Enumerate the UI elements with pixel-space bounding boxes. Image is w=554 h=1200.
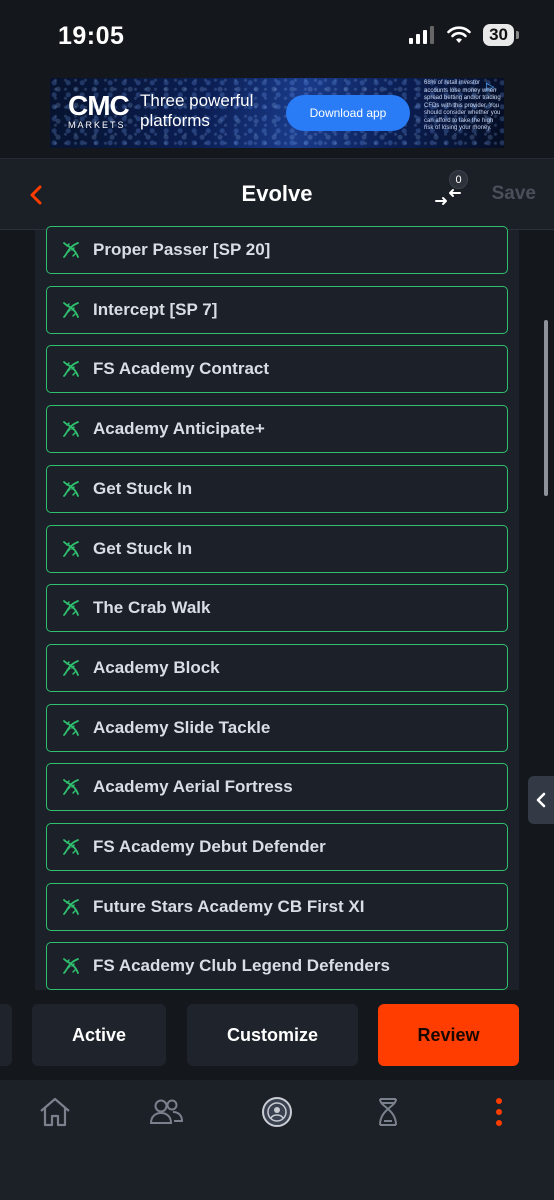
evolution-item-label: Future Stars Academy CB First XI xyxy=(93,897,365,916)
nav-more[interactable] xyxy=(479,1094,519,1130)
evolution-item-label: FS Academy Contract xyxy=(93,359,270,378)
header: Evolve Save xyxy=(0,158,554,230)
review-button[interactable]: Review xyxy=(378,1004,519,1066)
dna-icon xyxy=(59,895,83,919)
evolution-item-label: Academy Block xyxy=(93,658,220,677)
evolution-item-label: Intercept [SP 7] xyxy=(93,300,218,319)
status-bar: 19:05 30 xyxy=(0,0,554,72)
active-button[interactable]: Active xyxy=(32,1004,166,1066)
evolution-dna-icon xyxy=(379,1098,397,1126)
evolution-item-label: Academy Anticipate+ xyxy=(93,419,265,438)
dna-icon xyxy=(59,775,83,799)
status-icons: 30 xyxy=(409,24,519,46)
side-panel-toggle[interactable] xyxy=(528,776,554,824)
customize-button[interactable]: Customize xyxy=(187,1004,358,1066)
status-time: 19:05 xyxy=(58,22,125,50)
ad-logo-main: CMC xyxy=(68,90,130,121)
evolution-item-label: FS Academy Debut Defender xyxy=(93,837,326,856)
ad-download-button[interactable]: Download app xyxy=(286,95,410,131)
evolution-item[interactable]: The Crab Walk xyxy=(46,584,508,632)
scrollbar[interactable] xyxy=(544,320,548,496)
dna-icon xyxy=(59,954,83,978)
dna-icon xyxy=(59,537,83,561)
dna-icon xyxy=(59,477,83,501)
nav-home[interactable] xyxy=(35,1094,75,1130)
signal-icon xyxy=(409,26,435,44)
evolution-item-label: Academy Aerial Fortress xyxy=(93,777,293,796)
more-icon xyxy=(496,1098,502,1126)
dna-icon xyxy=(59,656,83,680)
ad-banner[interactable]: CMC MARKETS Three powerful platforms Dow… xyxy=(50,78,504,148)
save-button[interactable]: Save xyxy=(492,183,536,205)
evolution-item[interactable]: Academy Aerial Fortress xyxy=(46,763,508,811)
club-badge-icon xyxy=(262,1097,292,1127)
evolution-item[interactable]: FS Academy Debut Defender xyxy=(46,823,508,871)
evolution-item[interactable]: Academy Block xyxy=(46,644,508,692)
battery-indicator: 30 xyxy=(483,24,519,46)
nav-evolutions[interactable] xyxy=(368,1094,408,1130)
evolution-item-label: Proper Passer [SP 20] xyxy=(93,240,271,259)
evolution-item[interactable]: Academy Slide Tackle xyxy=(46,704,508,752)
nav-friends[interactable] xyxy=(146,1094,186,1130)
dna-icon xyxy=(59,835,83,859)
dna-icon xyxy=(59,298,83,322)
evolution-item-label: Get Stuck In xyxy=(93,479,193,498)
nav-club[interactable] xyxy=(257,1094,297,1130)
ad-logo-sub: MARKETS xyxy=(68,120,126,130)
evolution-item-label: Get Stuck In xyxy=(93,539,193,558)
ad-logo: CMC MARKETS xyxy=(68,90,130,131)
page-title: Evolve xyxy=(241,181,313,206)
dna-icon xyxy=(59,716,83,740)
dna-icon xyxy=(59,596,83,620)
evolution-item-label: Academy Slide Tackle xyxy=(93,718,271,737)
ad-choices-icon[interactable]: ▷ xyxy=(486,80,500,94)
dna-icon xyxy=(59,238,83,262)
home-icon xyxy=(40,1097,70,1127)
evolution-item[interactable]: Intercept [SP 7] xyxy=(46,286,508,334)
bottom-nav xyxy=(0,1080,554,1200)
evolution-item[interactable]: Get Stuck In xyxy=(46,525,508,573)
compare-count-badge: 0 xyxy=(449,170,468,189)
dna-icon xyxy=(59,357,83,381)
evolution-item[interactable]: FS Academy Contract xyxy=(46,345,508,393)
partial-button[interactable] xyxy=(0,1004,12,1066)
chevron-left-icon xyxy=(536,792,546,808)
wifi-icon xyxy=(447,26,471,43)
evolution-item-label: The Crab Walk xyxy=(93,598,211,617)
evolution-item-label: FS Academy Club Legend Defenders xyxy=(93,956,390,975)
ad-tagline: Three powerful platforms xyxy=(140,91,254,130)
dna-icon xyxy=(59,417,83,441)
evolution-item[interactable]: Proper Passer [SP 20] xyxy=(46,226,508,274)
evolution-item[interactable]: Future Stars Academy CB First XI xyxy=(46,883,508,931)
evolution-item[interactable]: Academy Anticipate+ xyxy=(46,405,508,453)
evolution-item[interactable]: Get Stuck In xyxy=(46,465,508,513)
friends-icon xyxy=(149,1099,184,1124)
evolution-item[interactable]: FS Academy Club Legend Defenders xyxy=(46,942,508,990)
action-bar: Active Customize Review xyxy=(0,990,554,1080)
